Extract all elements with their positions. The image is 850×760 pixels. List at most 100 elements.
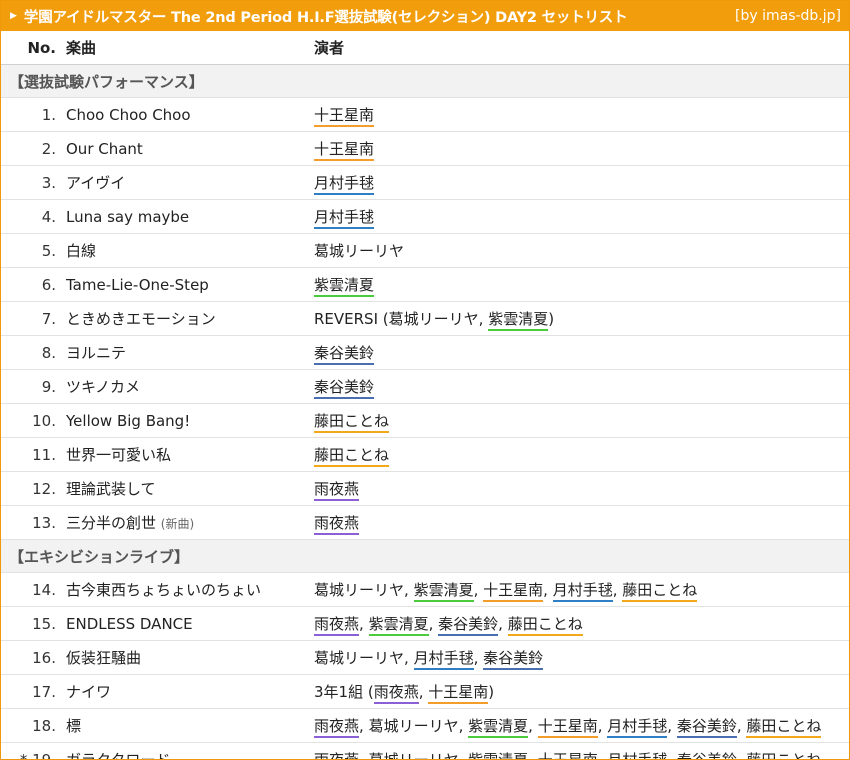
song-cell: ナイワ bbox=[66, 675, 314, 709]
song-cell: 古今東西ちょちょいのちょい bbox=[66, 573, 314, 607]
song-title: Tame-Lie-One-Step bbox=[66, 275, 209, 294]
performer-name: 秦谷美鈴 bbox=[676, 717, 737, 738]
song-title: ときめきエモーション bbox=[66, 310, 216, 328]
performer-name: 紫雲清夏 bbox=[413, 581, 474, 602]
performer-separator: ) bbox=[488, 683, 495, 701]
performer-name: 秦谷美鈴 bbox=[676, 751, 737, 759]
song-cell: Choo Choo Choo bbox=[66, 98, 314, 132]
setlist-row: 11. 世界一可愛い私 藤田ことね bbox=[1, 438, 849, 472]
performer-separator: , bbox=[404, 649, 414, 667]
performer-separator: , bbox=[597, 751, 608, 760]
performer-separator: , bbox=[458, 751, 469, 760]
song-cell: Tame-Lie-One-Step bbox=[66, 268, 314, 302]
setlist-row: 5. 白線 葛城リーリヤ bbox=[1, 234, 849, 268]
song-cell: Luna say maybe bbox=[66, 200, 314, 234]
performer-name: 紫雲清夏 bbox=[468, 751, 529, 759]
performer-separator: , bbox=[428, 615, 439, 633]
performer-name: 紫雲清夏 bbox=[468, 717, 529, 738]
performer-cell: 葛城リーリヤ, 紫雲清夏, 十王星南, 月村手毬, 藤田ことね bbox=[314, 573, 849, 607]
performer-separator: , bbox=[498, 615, 508, 633]
performer-name: 十王星南 bbox=[483, 581, 544, 602]
performer-cell: 雨夜燕, 葛城リーリヤ, 紫雲清夏, 十王星南, 月村手毬, 秦谷美鈴, 藤田こ… bbox=[314, 743, 849, 760]
performer-cell: 雨夜燕, 紫雲清夏, 秦谷美鈴, 藤田ことね bbox=[314, 607, 849, 641]
song-title: 古今東西ちょちょいのちょい bbox=[66, 581, 262, 599]
track-number: * 19. bbox=[19, 750, 56, 760]
performer-cell: REVERSI (葛城リーリヤ, 紫雲清夏) bbox=[314, 302, 849, 336]
song-cell: 標 bbox=[66, 709, 314, 743]
performer-separator: , bbox=[473, 581, 484, 599]
performer-name: 十王星南 bbox=[428, 683, 489, 704]
performer-separator: , bbox=[478, 310, 489, 328]
performer-name: 藤田ことね bbox=[746, 717, 822, 738]
new-song-tag: (新曲) bbox=[160, 517, 195, 531]
performer-separator: , bbox=[736, 717, 747, 735]
setlist-row: 2. Our Chant 十王星南 bbox=[1, 132, 849, 166]
performer-cell: 秦谷美鈴 bbox=[314, 336, 849, 370]
song-cell: ENDLESS DANCE bbox=[66, 607, 314, 641]
performer-name: 藤田ことね bbox=[622, 581, 698, 602]
song-title: 理論武装して bbox=[66, 480, 156, 498]
performer-name: 十王星南 bbox=[537, 717, 598, 738]
song-title: 白線 bbox=[66, 242, 97, 260]
song-cell: 三分半の創世 (新曲) bbox=[66, 506, 314, 540]
setlist-row: 8. ヨルニテ 秦谷美鈴 bbox=[1, 336, 849, 370]
song-title: Yellow Big Bang! bbox=[66, 411, 191, 430]
setlist-row: 13. 三分半の創世 (新曲) 雨夜燕 bbox=[1, 506, 849, 540]
performer-separator: , bbox=[404, 581, 414, 599]
song-title: ナイワ bbox=[66, 683, 112, 701]
section-header-row: 【エキシビションライブ】 bbox=[1, 539, 849, 573]
performer-cell: 雨夜燕, 葛城リーリヤ, 紫雲清夏, 十王星南, 月村手毬, 秦谷美鈴, 藤田こ… bbox=[314, 709, 849, 743]
performer-name: 雨夜燕 bbox=[314, 615, 360, 636]
performer-name: 藤田ことね bbox=[507, 615, 583, 636]
setlist-title: 学園アイドルマスター The 2nd Period H.I.F選抜試験(セレクシ… bbox=[23, 9, 628, 26]
performer-cell: 紫雲清夏 bbox=[314, 268, 849, 302]
performer-separator: , bbox=[359, 615, 369, 633]
performer-name: 月村手毬 bbox=[607, 751, 668, 759]
performer-unit-prefix: REVERSI ( bbox=[314, 310, 389, 328]
performer-name: 雨夜燕 bbox=[314, 717, 360, 738]
performer-cell: 葛城リーリヤ bbox=[314, 234, 849, 268]
table-header-row: No. 楽曲 演者 bbox=[1, 31, 849, 65]
track-number: 10. bbox=[32, 411, 56, 430]
song-cell: ときめきエモーション bbox=[66, 302, 314, 336]
track-number: 2. bbox=[41, 139, 56, 158]
performer-separator: , bbox=[543, 581, 553, 599]
performer-name: 十王星南 bbox=[314, 140, 375, 161]
setlist-row: 14. 古今東西ちょちょいのちょい 葛城リーリヤ, 紫雲清夏, 十王星南, 月村手毬… bbox=[1, 573, 849, 607]
track-number: 4. bbox=[41, 207, 56, 226]
song-title: Luna say maybe bbox=[66, 207, 190, 226]
song-title: ツキノカメ bbox=[66, 378, 140, 396]
song-title: ガラクタロード bbox=[66, 751, 171, 760]
performer-separator: , bbox=[597, 717, 608, 735]
setlist-header[interactable]: ▶ 学園アイドルマスター The 2nd Period H.I.F選抜試験(セレ… bbox=[1, 1, 849, 31]
setlist-row: 18. 標 雨夜燕, 葛城リーリヤ, 紫雲清夏, 十王星南, 月村手毬, 秦谷美鈴,… bbox=[1, 709, 849, 743]
setlist-row: 15. ENDLESS DANCE 雨夜燕, 紫雲清夏, 秦谷美鈴, 藤田ことね bbox=[1, 607, 849, 641]
song-title: 世界一可愛い私 bbox=[66, 446, 172, 464]
column-header-performer: 演者 bbox=[314, 39, 345, 57]
performer-unit-prefix: 3年1組 ( bbox=[314, 683, 374, 701]
track-number: 18. bbox=[32, 716, 56, 735]
expand-triangle-icon[interactable]: ▶ bbox=[10, 11, 17, 21]
track-number: 12. bbox=[32, 479, 56, 498]
performer-name: 秦谷美鈴 bbox=[438, 615, 499, 636]
performer-name: 葛城リーリヤ bbox=[388, 310, 479, 328]
setlist-row: * 19. ガラクタロード 雨夜燕, 葛城リーリヤ, 紫雲清夏, 十王星南, 月村手… bbox=[1, 743, 849, 760]
performer-name: 藤田ことね bbox=[314, 446, 390, 467]
song-title: 仮装狂騒曲 bbox=[66, 649, 142, 667]
track-number: 14. bbox=[32, 580, 56, 599]
song-cell: アイヴイ bbox=[66, 166, 314, 200]
section-title: 【エキシビションライブ】 bbox=[1, 539, 849, 573]
performer-separator: , bbox=[458, 717, 469, 735]
performer-name: 月村手毬 bbox=[314, 174, 375, 195]
performer-cell: 月村手毬 bbox=[314, 200, 849, 234]
setlist-row: 3. アイヴイ 月村手毬 bbox=[1, 166, 849, 200]
performer-name: 秦谷美鈴 bbox=[483, 649, 544, 670]
performer-name: 雨夜燕 bbox=[373, 683, 419, 704]
performer-separator: , bbox=[528, 751, 538, 760]
song-title: 標 bbox=[66, 717, 82, 735]
setlist-row: 6. Tame-Lie-One-Step 紫雲清夏 bbox=[1, 268, 849, 302]
performer-cell: 十王星南 bbox=[314, 132, 849, 166]
performer-cell: 十王星南 bbox=[314, 98, 849, 132]
track-number: 17. bbox=[32, 682, 56, 701]
track-number: 1. bbox=[41, 105, 56, 124]
